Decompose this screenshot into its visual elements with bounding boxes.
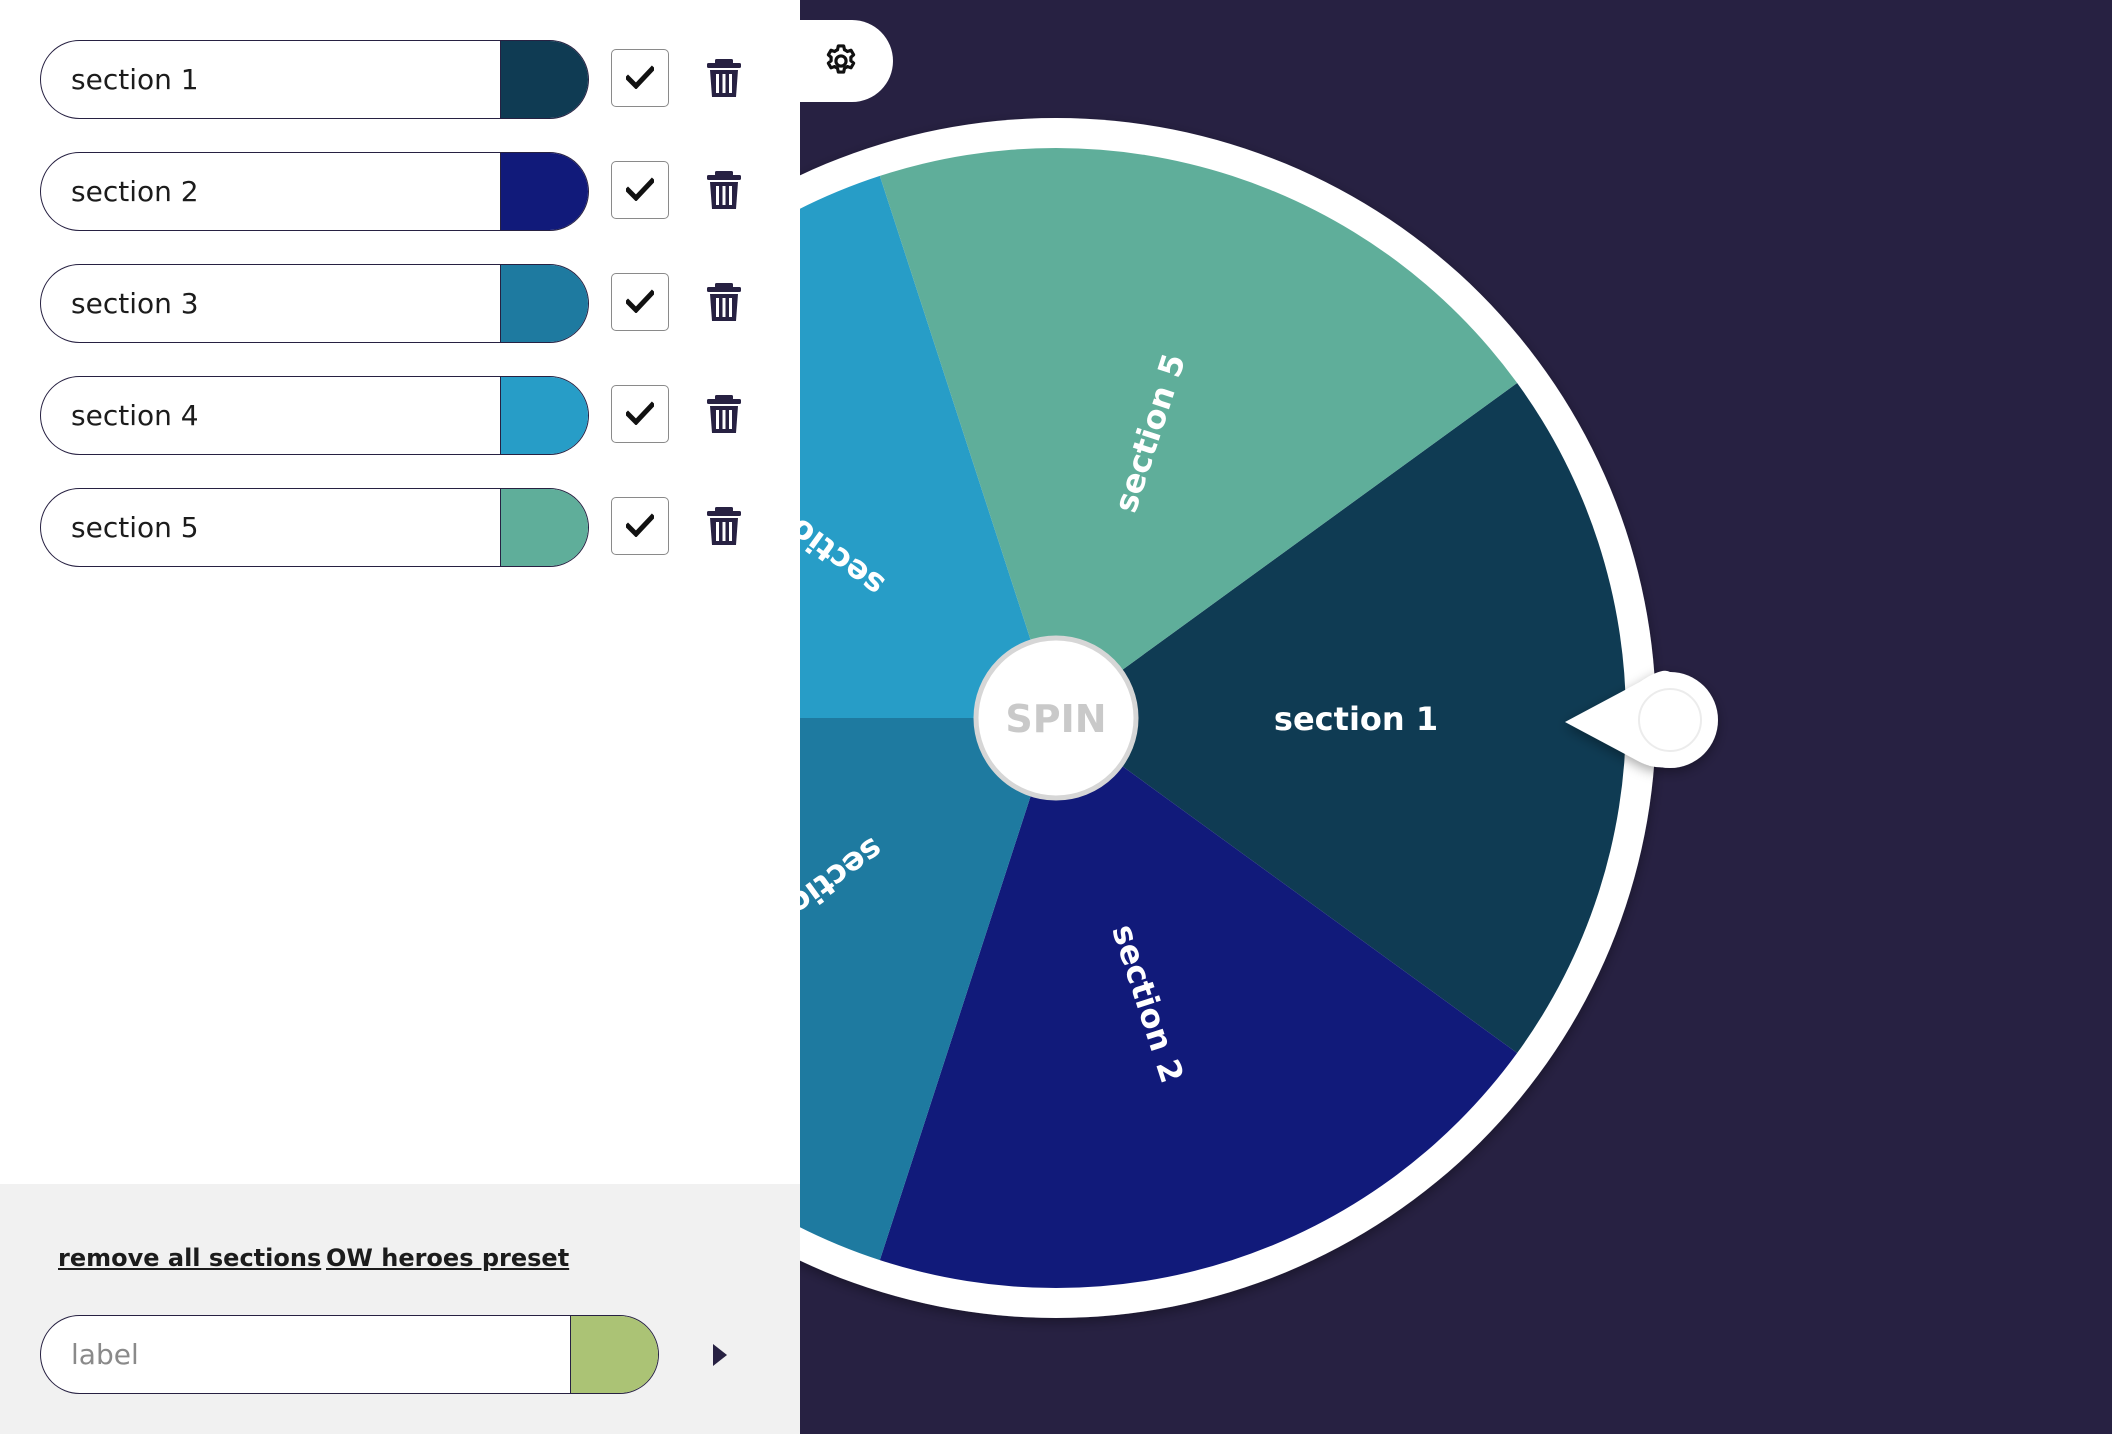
section-label-field[interactable]: section 1 (40, 40, 589, 119)
section-label-input[interactable]: section 4 (71, 377, 491, 454)
section-label-field[interactable]: section 3 (40, 264, 589, 343)
play-arrow-icon[interactable] (710, 1342, 730, 1368)
settings-tab[interactable] (780, 20, 893, 102)
trash-icon[interactable] (704, 282, 744, 322)
new-section-color-swatch[interactable] (570, 1316, 658, 1393)
section-label-field[interactable]: section 5 (40, 488, 589, 567)
section-label-field[interactable]: section 2 (40, 152, 589, 231)
section-enable-checkbox[interactable] (611, 385, 669, 443)
trash-icon[interactable] (704, 58, 744, 98)
panel-footer: remove all sections OW heroes preset lab… (0, 1184, 800, 1434)
color-swatch[interactable] (500, 41, 588, 118)
section-editor-panel: section 1 section 2 section 3 section 4 … (0, 0, 800, 1434)
spin-button[interactable]: SPIN (973, 635, 1139, 801)
section-row: section 3 (40, 264, 760, 344)
pointer-knob (1638, 688, 1702, 752)
color-swatch[interactable] (500, 377, 588, 454)
color-swatch[interactable] (500, 489, 588, 566)
section-label-input[interactable]: section 3 (71, 265, 491, 342)
trash-icon[interactable] (704, 506, 744, 546)
section-label-field[interactable]: section 4 (40, 376, 589, 455)
check-icon (626, 289, 654, 313)
section-row: section 4 (40, 376, 760, 456)
section-enable-checkbox[interactable] (611, 497, 669, 555)
new-section-label-input[interactable]: label (71, 1316, 551, 1393)
section-label-input[interactable]: section 2 (71, 153, 491, 230)
section-row: section 5 (40, 488, 760, 568)
new-section-field[interactable]: label (40, 1315, 659, 1394)
trash-icon[interactable] (704, 170, 744, 210)
wheel-segment-label: section 1 (1274, 700, 1438, 738)
section-enable-checkbox[interactable] (611, 161, 669, 219)
color-swatch[interactable] (500, 265, 588, 342)
check-icon (626, 177, 654, 201)
check-icon (626, 401, 654, 425)
section-enable-checkbox[interactable] (611, 49, 669, 107)
section-label-input[interactable]: section 5 (71, 489, 491, 566)
spin-label: SPIN (1005, 697, 1106, 741)
gear-icon[interactable] (822, 42, 860, 80)
remove-all-sections-link[interactable]: remove all sections (58, 1244, 321, 1272)
color-swatch[interactable] (500, 153, 588, 230)
section-label-input[interactable]: section 1 (71, 41, 491, 118)
check-icon (626, 65, 654, 89)
section-row: section 2 (40, 152, 760, 232)
section-enable-checkbox[interactable] (611, 273, 669, 331)
check-icon (626, 513, 654, 537)
ow-heroes-preset-link[interactable]: OW heroes preset (326, 1244, 569, 1272)
section-row: section 1 (40, 40, 760, 120)
trash-icon[interactable] (704, 394, 744, 434)
